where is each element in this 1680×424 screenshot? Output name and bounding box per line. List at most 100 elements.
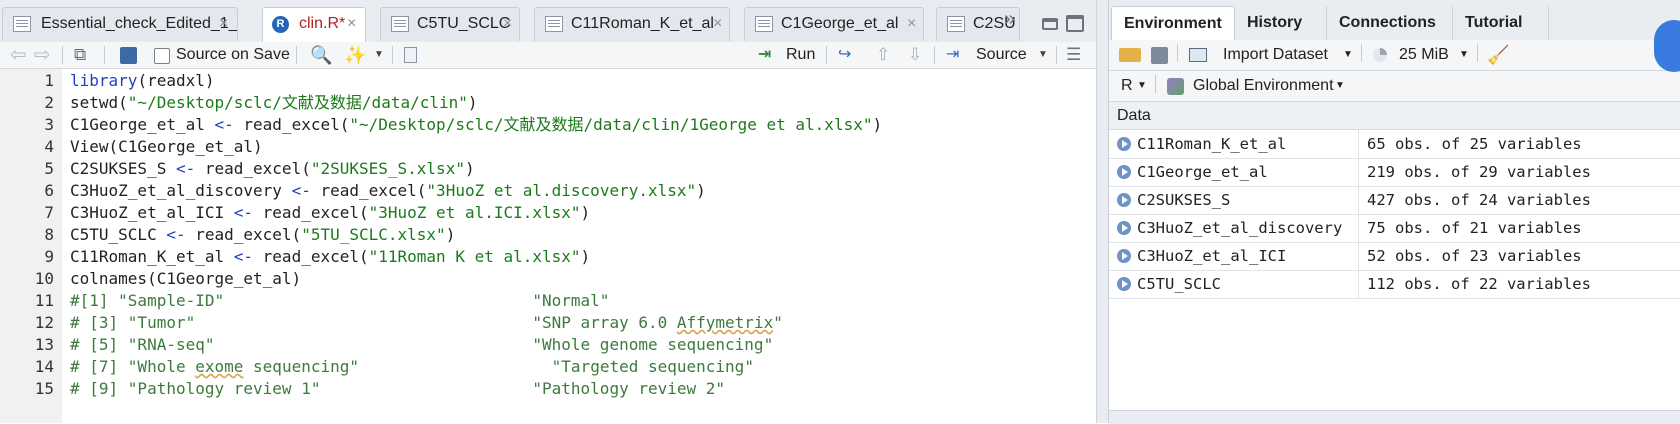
code-tools-icon[interactable]: ✨ (344, 42, 366, 68)
compile-report-icon[interactable] (404, 47, 417, 63)
environment-object-row[interactable]: C3HuoZ_et_al_ICI 52 obs. of 23 variables (1109, 242, 1680, 271)
show-in-window-icon[interactable]: ⧉ (74, 42, 86, 68)
chevron-down-icon[interactable]: ▼ (374, 42, 384, 68)
close-icon[interactable]: × (219, 8, 228, 40)
expand-object-icon[interactable] (1117, 221, 1131, 235)
environment-object-row[interactable]: C11Roman_K_et_al 65 obs. of 25 variables (1109, 130, 1680, 159)
run-arrow-icon[interactable]: ⇥ (758, 42, 771, 68)
expand-object-icon[interactable] (1117, 249, 1131, 263)
scope-select[interactable]: Global Environment (1193, 73, 1334, 99)
code-token: C1George_et_al (70, 115, 215, 134)
close-icon[interactable]: × (503, 8, 512, 40)
environment-scope-bar: R ▼ Global Environment ▼ (1109, 71, 1680, 102)
source-arrow-icon[interactable]: ⇥ (946, 42, 959, 68)
code-line[interactable]: View(C1George_et_al) (70, 135, 263, 158)
tab-c1george[interactable]: C1George_et_al × (744, 7, 924, 41)
code-line[interactable]: C3HuoZ_et_al_discovery <- read_excel("3H… (70, 179, 706, 202)
chevron-down-icon[interactable]: ▼ (1038, 42, 1048, 68)
document-icon (13, 16, 31, 32)
forward-arrow-icon[interactable]: ⇨ (34, 42, 51, 68)
code-line[interactable]: C2SUKSES_S <- read_excel("2SUKSES_S.xlsx… (70, 157, 475, 180)
code-token: "~/Desktop/sclc/文献及数据/data/clin" (127, 93, 468, 112)
outline-icon[interactable]: ☰ (1066, 42, 1081, 68)
chevron-down-icon[interactable]: ▼ (1459, 42, 1469, 68)
tab-essential-check[interactable]: Essential_check_Edited_1_ × (2, 7, 238, 41)
tab-c5tu-sclc[interactable]: C5TU_SCLC × (380, 7, 520, 41)
object-name[interactable]: C11Roman_K_et_al (1137, 130, 1286, 158)
environment-object-row[interactable]: C5TU_SCLC 112 obs. of 22 variables (1109, 270, 1680, 299)
tab-environment[interactable]: Environment (1111, 6, 1235, 41)
editor-pane: Essential_check_Edited_1_ × R clin.R* × … (0, 0, 1096, 423)
memory-usage-icon[interactable] (1373, 48, 1387, 62)
code-line[interactable]: library(readxl) (70, 69, 215, 92)
back-arrow-icon[interactable]: ⇦ (10, 42, 27, 68)
close-icon[interactable]: × (713, 8, 722, 40)
code-line[interactable]: # [9] "Pathology review 1" "Pathology re… (70, 377, 725, 400)
environment-object-row[interactable]: C3HuoZ_et_al_discovery 75 obs. of 21 vari… (1109, 214, 1680, 243)
code-line[interactable]: colnames(C1George_et_al) (70, 267, 301, 290)
language-select[interactable]: R (1121, 73, 1133, 99)
code-line[interactable]: C11Roman_K_et_al <- read_excel("11Roman … (70, 245, 590, 268)
object-name[interactable]: C3HuoZ_et_al_discovery (1137, 214, 1342, 242)
code-line[interactable]: C1George_et_al <- read_excel("~/Desktop/… (70, 113, 882, 136)
code-line[interactable]: # [7] "Whole exome sequencing" "Targeted… (70, 355, 754, 378)
maximize-pane-icon[interactable] (1066, 15, 1084, 32)
search-icon[interactable]: 🔍 (310, 42, 332, 68)
source-on-save-checkbox[interactable] (154, 48, 170, 64)
tab-label: C5TU_SCLC (417, 15, 511, 32)
line-number: 2 (44, 93, 54, 112)
expand-object-icon[interactable] (1117, 165, 1131, 179)
import-dataset-icon[interactable] (1189, 48, 1207, 62)
code-token: read_excel( (185, 225, 302, 244)
code-line[interactable]: # [3] "Tumor" "SNP array 6.0 Affymetrix" (70, 311, 783, 334)
code-line[interactable]: #[1] "Sample-ID" "Normal" (70, 289, 609, 312)
object-name[interactable]: C1George_et_al (1137, 158, 1268, 186)
minimize-pane-icon[interactable] (1042, 18, 1058, 30)
code-token: "~/Desktop/sclc/文献及数据/data/clin/1George … (349, 115, 873, 134)
code-token: "11Roman K et al.xlsx" (368, 247, 581, 266)
memory-usage-label[interactable]: 25 MiB (1399, 42, 1449, 68)
load-workspace-icon[interactable] (1119, 48, 1141, 62)
environment-object-row[interactable]: C2SUKSES_S 427 obs. of 24 variables (1109, 186, 1680, 215)
chevron-down-icon[interactable]: ▼ (1335, 73, 1345, 99)
expand-object-icon[interactable] (1117, 193, 1131, 207)
save-workspace-icon[interactable] (1151, 47, 1168, 64)
run-button[interactable]: Run (786, 42, 815, 68)
tab-history[interactable]: History (1235, 6, 1327, 40)
line-number: 3 (44, 115, 54, 134)
save-icon[interactable] (120, 47, 137, 64)
object-name[interactable]: C3HuoZ_et_al_ICI (1137, 242, 1286, 270)
document-icon (947, 16, 965, 32)
tab-overflow-icon[interactable]: » (1004, 8, 1015, 31)
broom-icon[interactable]: 🧹 (1487, 42, 1509, 68)
go-up-icon[interactable]: ⇧ (876, 42, 890, 68)
column-divider (1358, 270, 1359, 298)
tab-tutorial[interactable]: Tutorial (1453, 6, 1549, 40)
code-line[interactable]: C3HuoZ_et_al_ICI <- read_excel("3HuoZ et… (70, 201, 590, 224)
environment-object-row[interactable]: C1George_et_al 219 obs. of 29 variables (1109, 158, 1680, 187)
code-token: ) (467, 93, 478, 112)
tab-clin-r[interactable]: R clin.R* × (262, 7, 366, 42)
expand-object-icon[interactable] (1117, 277, 1131, 291)
close-icon[interactable]: × (907, 8, 916, 40)
expand-object-icon[interactable] (1117, 137, 1131, 151)
floating-assistant-icon[interactable] (1654, 20, 1680, 72)
code-line[interactable]: C5TU_SCLC <- read_excel("5TU_SCLC.xlsx") (70, 223, 455, 246)
rerun-icon[interactable]: ↪ (838, 42, 851, 68)
object-name[interactable]: C2SUKSES_S (1137, 186, 1230, 214)
import-dataset-button[interactable]: Import Dataset (1223, 42, 1328, 68)
code-token: C3HuoZ_et_al_ICI (70, 203, 234, 222)
tab-label: C1George_et_al (781, 15, 899, 32)
code-line[interactable]: # [5] "RNA-seq" "Whole genome sequencing… (70, 333, 773, 356)
code-line[interactable]: setwd("~/Desktop/sclc/文献及数据/data/clin") (70, 91, 478, 114)
go-down-icon[interactable]: ⇩ (908, 42, 922, 68)
tab-c11roman[interactable]: C11Roman_K_et_al × (534, 7, 730, 41)
tab-connections[interactable]: Connections (1327, 6, 1453, 40)
code-editor[interactable]: library(readxl) setwd("~/Desktop/sclc/文献及… (70, 69, 1090, 423)
code-token: C3HuoZ_et_al_discovery (70, 181, 292, 200)
chevron-down-icon[interactable]: ▼ (1343, 42, 1353, 68)
object-name[interactable]: C5TU_SCLC (1137, 270, 1221, 298)
source-button[interactable]: Source (976, 42, 1027, 68)
chevron-down-icon[interactable]: ▼ (1137, 73, 1147, 99)
close-icon[interactable]: × (347, 8, 356, 40)
